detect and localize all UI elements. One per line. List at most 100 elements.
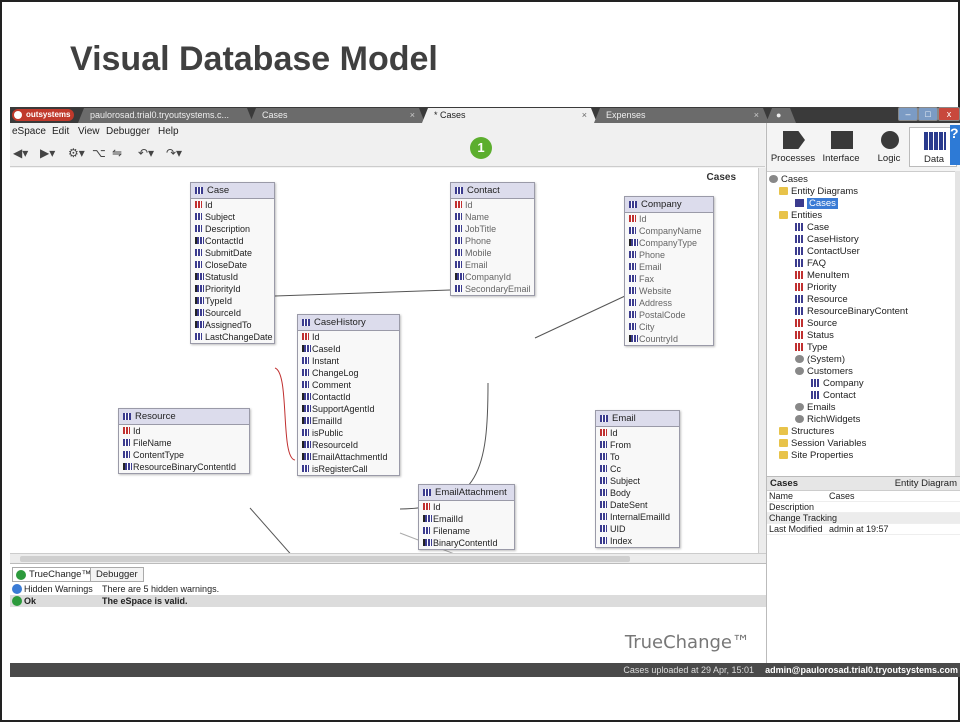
message-row[interactable]: Ok The eSpace is valid. [10, 595, 766, 607]
attribute: Email [625, 261, 713, 273]
tree-scrollbar[interactable] [955, 171, 960, 476]
menu-help[interactable]: Help [158, 126, 179, 137]
tree-entity[interactable]: FAQ [795, 258, 826, 270]
entity-company[interactable]: Company Id CompanyName CompanyType Phone… [624, 196, 714, 346]
flow-icon[interactable]: ⌥ [92, 146, 106, 160]
menu-espace[interactable]: eSpace [12, 126, 46, 137]
layer-interface[interactable]: Interface [817, 127, 865, 167]
tree-emails[interactable]: Emails [795, 402, 836, 414]
tab-debugger[interactable]: Debugger [90, 567, 144, 582]
attribute: SubmitDate [191, 247, 274, 259]
menu-debugger[interactable]: Debugger [106, 126, 150, 137]
attribute: CloseDate [191, 259, 274, 271]
tree-label: Cases [781, 174, 808, 185]
tree-entity[interactable]: Resource [795, 294, 848, 306]
layer-processes[interactable]: Processes [769, 127, 817, 167]
attribute: Id [191, 199, 274, 211]
entity-email[interactable]: Email Id From To Cc Subject Body DateSen… [595, 410, 680, 548]
canvas-vertical-scrollbar[interactable] [758, 168, 766, 553]
layer-logic[interactable]: Logic [865, 127, 913, 167]
maximize-icon[interactable]: □ [918, 107, 938, 121]
menu-edit[interactable]: Edit [52, 126, 69, 137]
property-value[interactable]: Cases [829, 491, 855, 502]
entity-casehistory[interactable]: CaseHistory Id CaseId Instant ChangeLog … [297, 314, 400, 476]
message-text: There are 5 hidden warnings. [102, 584, 220, 594]
tree-entity-diagrams[interactable]: Entity Diagrams [779, 186, 858, 198]
attribute: PriorityId [191, 283, 274, 295]
entity-icon [795, 223, 804, 231]
relation-contact-company [534, 295, 626, 339]
tree-richwidgets[interactable]: RichWidgets [795, 414, 860, 426]
close-icon[interactable]: × [582, 108, 587, 123]
tree-system[interactable]: (System) [795, 354, 845, 366]
tree-entities[interactable]: Entities [779, 210, 822, 222]
tab-environment[interactable]: paulorosad.trial0.tryoutsystems.c... [78, 108, 253, 123]
truechange-panel: TrueChange™ Debugger Hidden Warnings The… [10, 563, 766, 663]
tree-entity[interactable]: Case [795, 222, 829, 234]
entity-icon [795, 331, 804, 339]
undo-icon[interactable]: ↶▾ [138, 146, 154, 160]
attribute: EmailAttachmentId [298, 451, 399, 463]
canvas-horizontal-scrollbar[interactable] [10, 553, 766, 563]
close-window-icon[interactable]: x [938, 107, 960, 121]
tree-label: Cases [807, 198, 838, 209]
folder-icon [779, 439, 788, 447]
entity-emailattachment[interactable]: EmailAttachment Id EmailId Filename Bina… [418, 484, 515, 550]
menu-view[interactable]: View [78, 126, 100, 137]
outsystems-logo: outsystems [12, 109, 75, 121]
entity-contact[interactable]: Contact Id Name JobTitle Phone Mobile Em… [450, 182, 535, 296]
help-icon[interactable]: ? [950, 125, 960, 165]
tab-cases-active[interactable]: * Cases × [422, 108, 597, 123]
tree-site-properties[interactable]: Site Properties [779, 450, 853, 462]
properties-panel: Cases Entity Diagram Name Cases Descript… [767, 476, 960, 663]
entity-icon [795, 271, 804, 279]
tree-entity[interactable]: Status [795, 330, 834, 342]
properties-kind[interactable]: Entity Diagram [895, 477, 957, 491]
close-icon[interactable]: × [410, 108, 415, 123]
attribute: ContactId [298, 391, 399, 403]
message-text: The eSpace is valid. [102, 596, 188, 606]
tab-label: Debugger [96, 569, 138, 580]
attribute: City [625, 321, 713, 333]
tree-structures[interactable]: Structures [779, 426, 834, 438]
close-icon[interactable]: × [754, 108, 759, 123]
tree-entity[interactable]: ResourceBinaryContent [795, 306, 908, 318]
attribute: Id [119, 425, 249, 437]
check-icon [12, 596, 22, 606]
message-row[interactable]: Hidden Warnings There are 5 hidden warni… [10, 583, 766, 595]
espace-icon [769, 175, 778, 183]
tree-entity[interactable]: ContactUser [795, 246, 860, 258]
diagram-icon [795, 199, 804, 207]
compare-icon[interactable]: ⇋ [112, 146, 122, 160]
tree-entity[interactable]: CaseHistory [795, 234, 859, 246]
diagram-canvas[interactable]: Cases Case Id Subject Description Contac… [10, 168, 758, 553]
settings-icon[interactable]: ⚙▾ [68, 146, 85, 160]
entity-resource[interactable]: Resource Id FileName ContentType Resourc… [118, 408, 250, 474]
tree-customers[interactable]: Customers [795, 366, 853, 378]
tree-entity[interactable]: Type [795, 342, 828, 354]
entity-case[interactable]: Case Id Subject Description ContactId Su… [190, 182, 275, 344]
property-section: Change Tracking [767, 513, 960, 524]
new-tab-button[interactable]: ● [766, 108, 796, 123]
forward-icon[interactable]: ▶▾ [40, 146, 55, 160]
tab-truechange[interactable]: TrueChange™ [12, 567, 97, 582]
truechange-logo: TrueChange™ [624, 632, 750, 653]
tree-entity[interactable]: Contact [811, 390, 856, 402]
tab-cases[interactable]: Cases × [250, 108, 425, 123]
tree-entity[interactable]: Source [795, 318, 837, 330]
tree-entity[interactable]: Priority [795, 282, 837, 294]
back-icon[interactable]: ◀▾ [13, 146, 28, 160]
attribute: CompanyName [625, 225, 713, 237]
tree-entity[interactable]: MenuItem [795, 270, 849, 282]
scroll-thumb[interactable] [20, 556, 630, 562]
property-row[interactable]: Description [767, 502, 960, 513]
tree-root[interactable]: Cases [769, 174, 808, 186]
minimize-icon[interactable]: – [898, 107, 918, 121]
tree-entity[interactable]: Company [811, 378, 864, 390]
tree-session-variables[interactable]: Session Variables [779, 438, 866, 450]
redo-icon[interactable]: ↷▾ [166, 146, 182, 160]
tab-expenses[interactable]: Expenses × [594, 108, 769, 123]
tree-diagram-cases[interactable]: Cases [795, 198, 838, 210]
folder-icon [779, 187, 788, 195]
property-row[interactable]: Name Cases [767, 491, 960, 502]
